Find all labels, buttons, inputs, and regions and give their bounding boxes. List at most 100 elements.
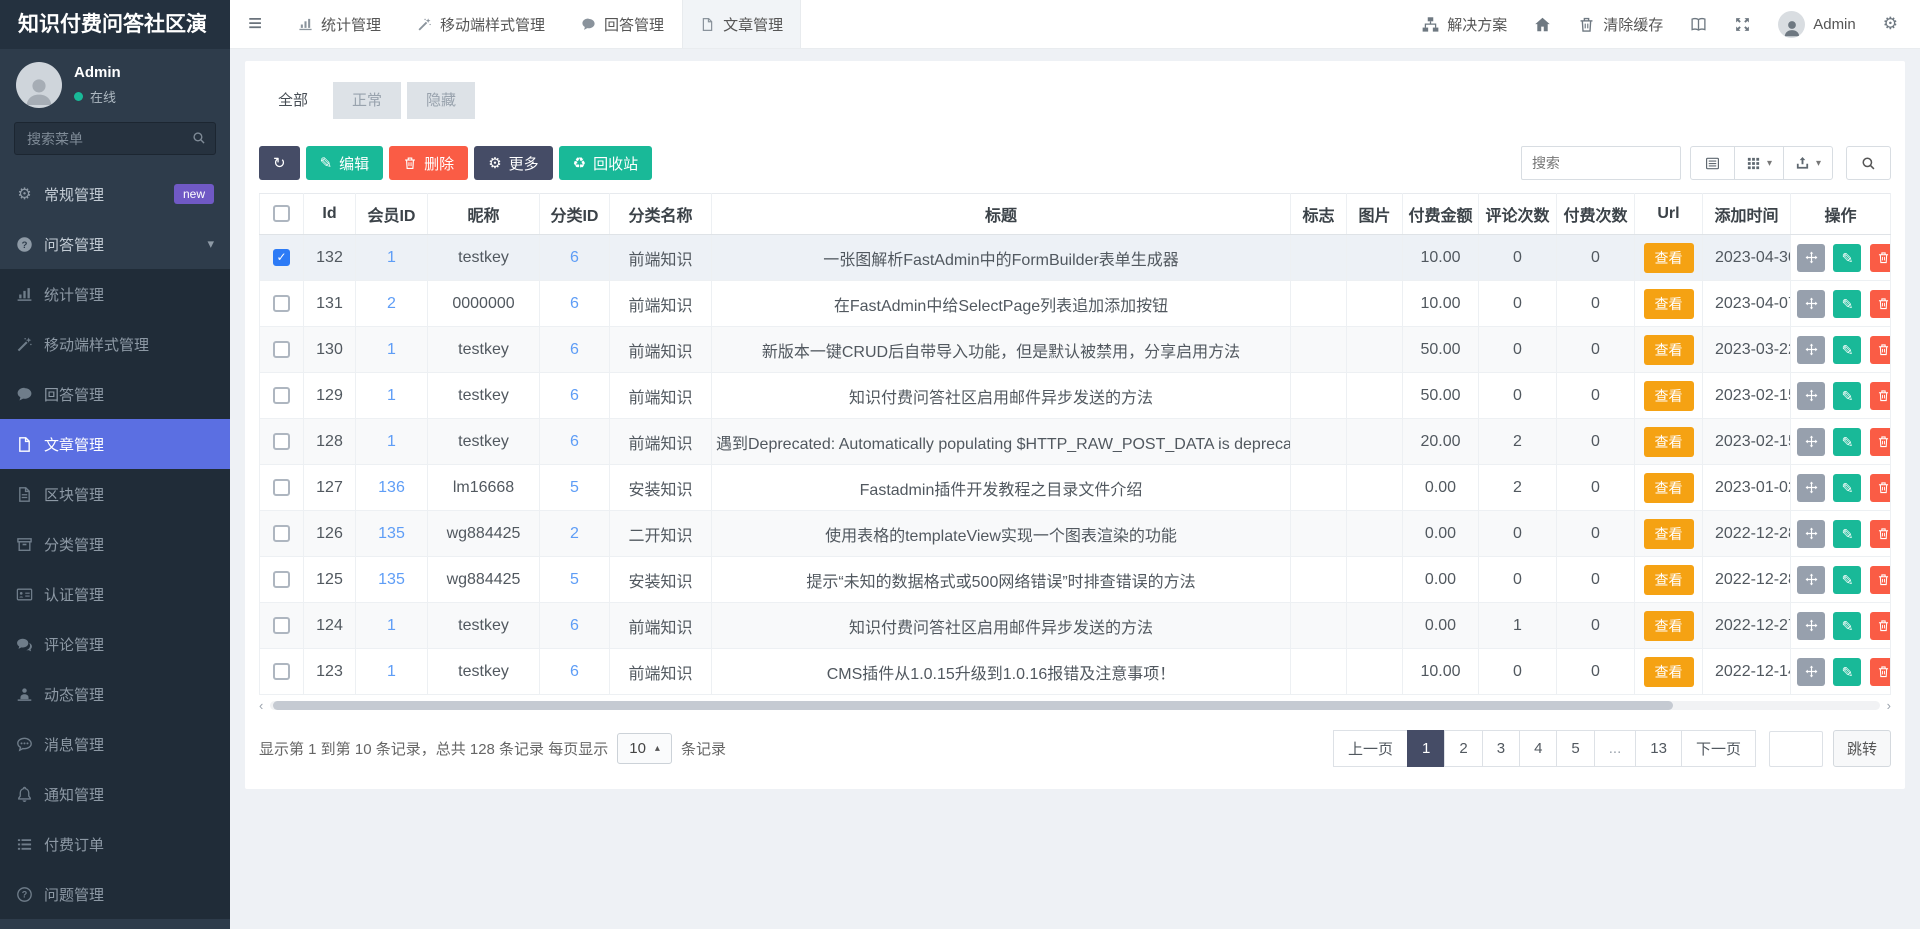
edit-row-button[interactable]: ✎ [1833, 428, 1861, 456]
column-header-11[interactable]: 付费次数 [1557, 194, 1635, 235]
column-header-7[interactable]: 标志 [1291, 194, 1347, 235]
sidebar-item-2[interactable]: 统计管理 [0, 269, 230, 319]
move-button[interactable] [1797, 658, 1825, 686]
user-menu[interactable]: Admin [1778, 11, 1856, 38]
page-button-1[interactable]: 1 [1407, 730, 1445, 767]
column-header-14[interactable]: 操作 [1791, 194, 1891, 235]
edit-row-button[interactable]: ✎ [1833, 566, 1861, 594]
url-view-button[interactable]: 查看 [1644, 427, 1694, 457]
settings-button[interactable]: ⚙ [1883, 14, 1898, 34]
sidebar-item-9[interactable]: 评论管理 [0, 619, 230, 669]
column-header-13[interactable]: 添加时间 [1703, 194, 1791, 235]
member-id-link[interactable]: 1 [387, 433, 396, 450]
move-button[interactable] [1797, 566, 1825, 594]
nav-tab-1[interactable]: 移动端样式管理 [399, 0, 563, 48]
delete-row-button[interactable] [1870, 520, 1891, 548]
sidebar-item-0[interactable]: ⚙常规管理 new [0, 169, 230, 219]
clear-cache-button[interactable]: 清除缓存 [1578, 14, 1663, 35]
sidebar-item-14[interactable]: 问题管理 [0, 869, 230, 919]
row-checkbox[interactable] [273, 571, 290, 588]
edit-button[interactable]: ✎ 编辑 [306, 146, 384, 180]
category-id-link[interactable]: 6 [570, 617, 579, 634]
sidebar-item-4[interactable]: 回答管理 [0, 369, 230, 419]
member-id-link[interactable]: 135 [378, 571, 405, 588]
column-header-3[interactable]: 昵称 [428, 194, 540, 235]
url-view-button[interactable]: 查看 [1644, 243, 1694, 273]
member-id-link[interactable]: 2 [387, 295, 396, 312]
column-header-12[interactable]: Url [1635, 194, 1703, 235]
sidebar-item-8[interactable]: 认证管理 [0, 569, 230, 619]
member-id-link[interactable]: 1 [387, 663, 396, 680]
row-checkbox[interactable] [273, 295, 290, 312]
move-button[interactable] [1797, 474, 1825, 502]
delete-button[interactable]: 删除 [389, 146, 468, 180]
page-button-5[interactable]: 5 [1556, 730, 1594, 767]
table-search-input[interactable] [1521, 146, 1681, 180]
category-id-link[interactable]: 6 [570, 295, 579, 312]
row-checkbox[interactable] [273, 479, 290, 496]
row-checkbox[interactable] [273, 663, 290, 680]
url-view-button[interactable]: 查看 [1644, 657, 1694, 687]
edit-row-button[interactable]: ✎ [1833, 244, 1861, 272]
category-id-link[interactable]: 2 [570, 525, 579, 542]
sidebar-item-10[interactable]: 动态管理 [0, 669, 230, 719]
page-button-4[interactable]: 4 [1519, 730, 1557, 767]
delete-row-button[interactable] [1870, 566, 1891, 594]
category-id-link[interactable]: 6 [570, 663, 579, 680]
select-all-checkbox[interactable] [273, 205, 290, 222]
recycle-bin-button[interactable]: ♻ 回收站 [559, 146, 652, 180]
page-button-13[interactable]: 13 [1635, 730, 1682, 767]
url-view-button[interactable]: 查看 [1644, 473, 1694, 503]
app-logo[interactable]: 知识付费问答社区演 [0, 0, 230, 49]
page-jump-input[interactable] [1769, 731, 1823, 767]
column-header-2[interactable]: 会员ID [356, 194, 428, 235]
url-view-button[interactable]: 查看 [1644, 519, 1694, 549]
url-view-button[interactable]: 查看 [1644, 381, 1694, 411]
row-checkbox[interactable] [273, 341, 290, 358]
column-header-4[interactable]: 分类ID [540, 194, 610, 235]
delete-row-button[interactable] [1870, 244, 1891, 272]
delete-row-button[interactable] [1870, 382, 1891, 410]
more-button[interactable]: ⚙ 更多 [474, 146, 552, 180]
delete-row-button[interactable] [1870, 658, 1891, 686]
column-header-1[interactable]: Id [304, 194, 356, 235]
category-id-link[interactable]: 6 [570, 341, 579, 358]
url-view-button[interactable]: 查看 [1644, 335, 1694, 365]
url-view-button[interactable]: 查看 [1644, 565, 1694, 595]
move-button[interactable] [1797, 290, 1825, 318]
sidebar-toggle-icon[interactable]: ≡ [230, 10, 280, 38]
category-id-link[interactable]: 5 [570, 479, 579, 496]
language-button[interactable] [1690, 16, 1707, 33]
move-button[interactable] [1797, 244, 1825, 272]
row-checkbox[interactable] [273, 617, 290, 634]
nav-tab-2[interactable]: 回答管理 [563, 0, 682, 48]
sidebar-item-11[interactable]: 消息管理 [0, 719, 230, 769]
member-id-link[interactable]: 1 [387, 617, 396, 634]
sidebar-item-12[interactable]: 通知管理 [0, 769, 230, 819]
column-header-6[interactable]: 标题 [712, 194, 1291, 235]
sidebar-item-1[interactable]: 问答管理 ▾ [0, 219, 230, 269]
columns-button[interactable]: ▾ [1734, 146, 1784, 180]
nav-tab-0[interactable]: 统计管理 [280, 0, 399, 48]
export-button[interactable]: ▾ [1783, 146, 1833, 180]
delete-row-button[interactable] [1870, 612, 1891, 640]
menu-search-input[interactable] [14, 122, 216, 155]
edit-row-button[interactable]: ✎ [1833, 520, 1861, 548]
member-id-link[interactable]: 135 [378, 525, 405, 542]
page-jump-button[interactable]: 跳转 [1833, 730, 1891, 767]
edit-row-button[interactable]: ✎ [1833, 382, 1861, 410]
edit-row-button[interactable]: ✎ [1833, 290, 1861, 318]
column-header-9[interactable]: 付费金额 [1403, 194, 1479, 235]
row-checkbox[interactable]: ✓ [273, 249, 290, 266]
scroll-right-icon[interactable]: › [1887, 698, 1891, 713]
member-id-link[interactable]: 1 [387, 341, 396, 358]
delete-row-button[interactable] [1870, 428, 1891, 456]
member-id-link[interactable]: 136 [378, 479, 405, 496]
solution-link[interactable]: 解决方案 [1422, 14, 1507, 35]
edit-row-button[interactable]: ✎ [1833, 474, 1861, 502]
row-checkbox[interactable] [273, 525, 290, 542]
page-button-3[interactable]: 3 [1482, 730, 1520, 767]
filter-tab-2[interactable]: 隐藏 [407, 82, 475, 119]
edit-row-button[interactable]: ✎ [1833, 612, 1861, 640]
category-id-link[interactable]: 6 [570, 433, 579, 450]
